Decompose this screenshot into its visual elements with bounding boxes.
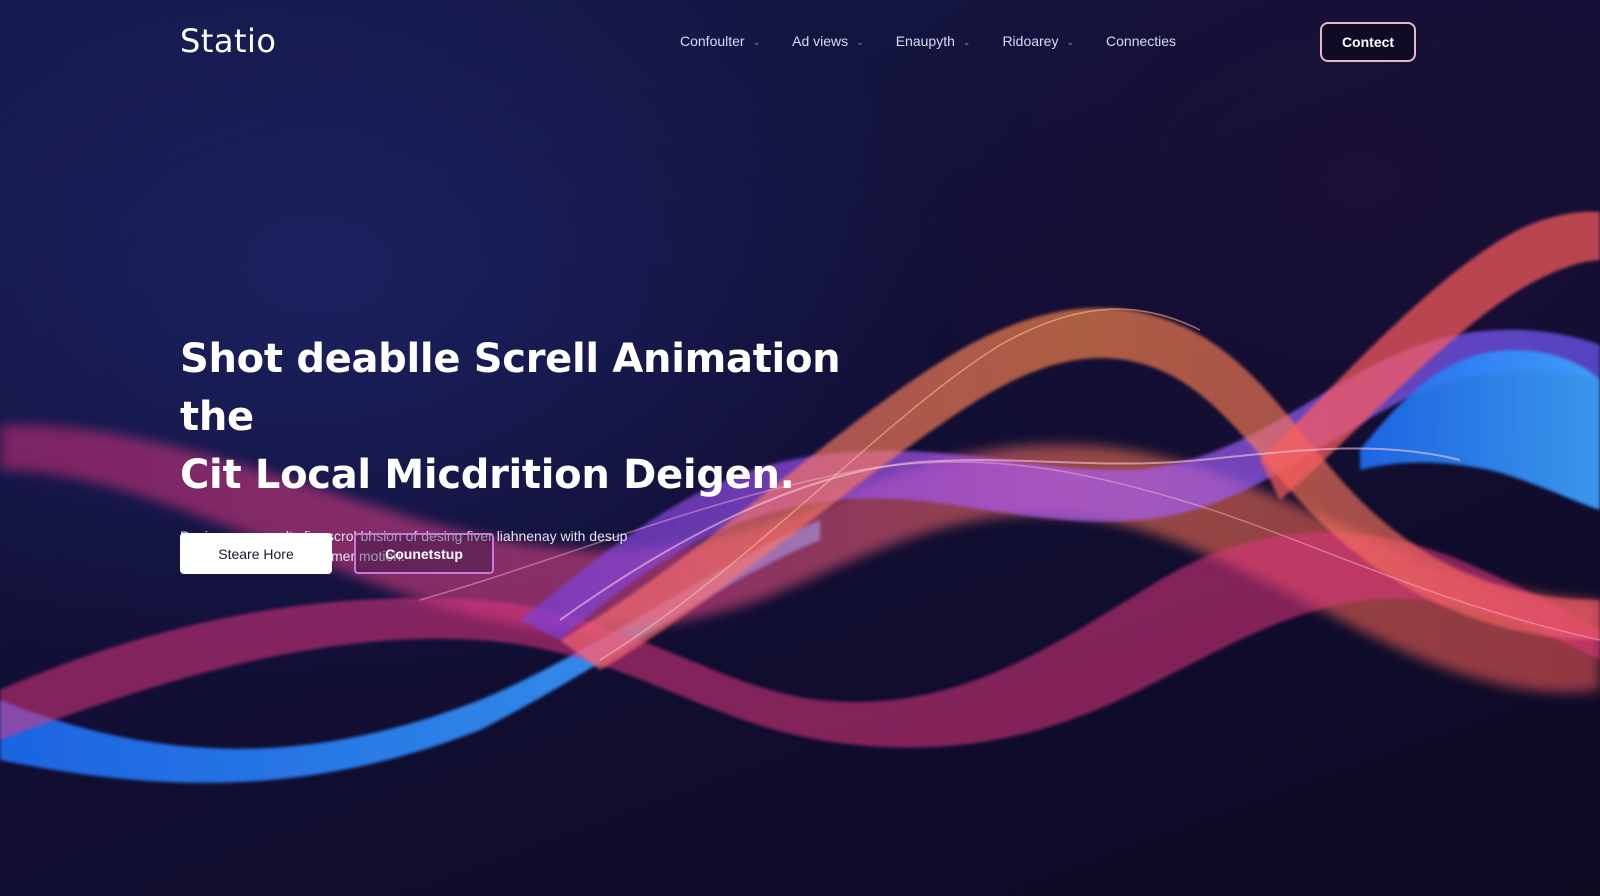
chevron-down-icon: ⌄ bbox=[752, 36, 761, 47]
nav-item-ridoarey[interactable]: Ridoarey ⌄ bbox=[1002, 33, 1074, 49]
nav-item-connecties[interactable]: Connecties bbox=[1106, 33, 1176, 49]
nav-item-label: Connecties bbox=[1106, 33, 1177, 49]
hero-section: Shot deablle Screll Animation the Cit Lo… bbox=[180, 330, 880, 566]
nav-item-label: Enaupyth bbox=[895, 33, 955, 49]
nav-item-label: Confoulter bbox=[680, 33, 745, 49]
primary-cta-button[interactable]: Steare Hore bbox=[180, 533, 332, 574]
chevron-down-icon: ⌄ bbox=[856, 36, 864, 47]
chevron-down-icon: ⌄ bbox=[1066, 36, 1075, 47]
brand-logo[interactable]: Statio bbox=[180, 22, 276, 60]
contact-button[interactable]: Contect bbox=[1320, 22, 1416, 62]
nav-item-ad-views[interactable]: Ad views ⌄ bbox=[792, 33, 864, 49]
main-nav: Confoulter ⌄ Ad views ⌄ Enaupyth ⌄ Ridoa… bbox=[680, 33, 1176, 49]
hero-title: Shot deablle Screll Animation the Cit Lo… bbox=[180, 330, 880, 504]
top-navigation-bar: Statio Confoulter ⌄ Ad views ⌄ Enaupyth … bbox=[0, 0, 1600, 84]
hero-title-line-1: Shot deablle Screll Animation the bbox=[180, 336, 841, 440]
nav-item-label: Ridoarey bbox=[1002, 33, 1059, 49]
nav-item-label: Ad views bbox=[792, 33, 849, 49]
hero-cta-group: Steare Hore Counetstup bbox=[180, 533, 494, 574]
nav-item-enaupyth[interactable]: Enaupyth ⌄ bbox=[896, 33, 971, 49]
secondary-cta-button[interactable]: Counetstup bbox=[354, 533, 494, 574]
chevron-down-icon: ⌄ bbox=[962, 36, 971, 47]
hero-title-line-2: Cit Local Micdrition Deigen. bbox=[180, 452, 795, 498]
nav-item-confoulter[interactable]: Confoulter ⌄ bbox=[680, 33, 760, 49]
